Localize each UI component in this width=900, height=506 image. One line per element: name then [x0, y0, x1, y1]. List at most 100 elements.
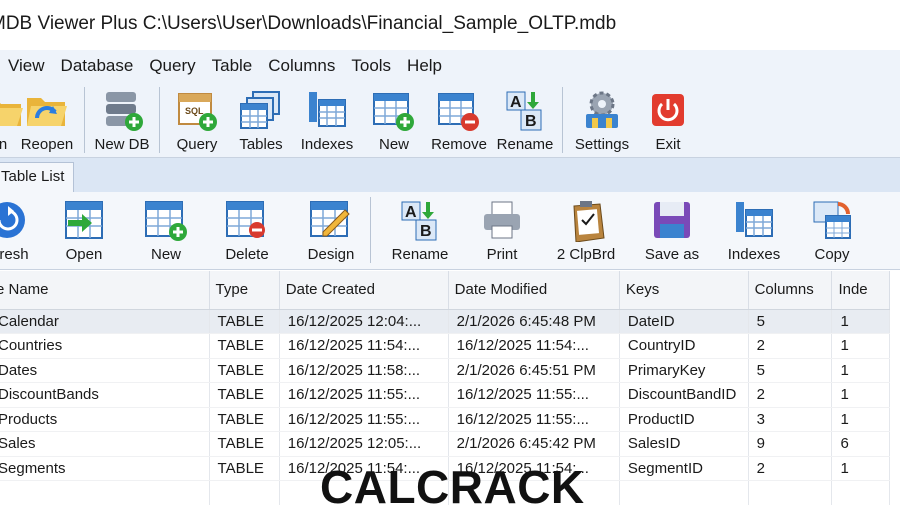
column-header-date-created[interactable]: Date Created [279, 271, 449, 310]
cell-type: TABLE [209, 456, 280, 481]
copy-to-clipboard-button[interactable]: 2 ClpBrd [539, 192, 633, 269]
cell-indexes: 1 [831, 456, 890, 481]
tables-icon [239, 88, 283, 132]
table-row[interactable]: Products TABLE 16/12/2025 11:55:... 16/1… [0, 407, 890, 432]
indexes-icon [732, 198, 776, 242]
cell-type: TABLE [209, 431, 280, 457]
save-as-button[interactable]: Save as [633, 192, 711, 269]
indexes-icon [305, 88, 349, 132]
cell-indexes: 1 [831, 333, 890, 359]
menu-view[interactable]: View [0, 56, 53, 76]
power-icon [646, 88, 690, 132]
tables-button[interactable]: Tables [230, 82, 292, 157]
menu-tools[interactable]: Tools [343, 56, 399, 76]
table-add-icon [372, 88, 416, 132]
table-delete-icon [225, 198, 269, 242]
refresh-icon [0, 198, 29, 242]
column-header-keys[interactable]: Keys [619, 271, 749, 310]
cell-keys: DateID [619, 309, 749, 334]
cell-keys: ProductID [619, 407, 749, 432]
menu-help[interactable]: Help [399, 56, 450, 76]
exit-button[interactable]: Exit [637, 82, 699, 157]
design-table-button[interactable]: Design [296, 192, 366, 269]
window-title-bar: MDB Viewer Plus C:\Users\User\Downloads\… [0, 0, 900, 48]
cell-type: TABLE [209, 333, 280, 359]
tab-table-list[interactable]: Table List [0, 162, 74, 192]
print-button[interactable]: Print [465, 192, 539, 269]
menu-query[interactable]: Query [141, 56, 203, 76]
cell-keys: PrimaryKey [619, 358, 749, 383]
cell-date-modified: 16/12/2025 11:54:... [448, 333, 620, 359]
cell-columns: 2 [748, 456, 833, 481]
table-row[interactable]: Countries TABLE 16/12/2025 11:54:... 16/… [0, 333, 890, 359]
cell-columns: 9 [748, 431, 833, 457]
toolbar-separator [159, 87, 160, 153]
rename-icon: AB [398, 198, 442, 242]
table-row[interactable]: Dates TABLE 16/12/2025 11:58:... 2/1/202… [0, 358, 890, 383]
menu-columns[interactable]: Columns [260, 56, 343, 76]
table-open-icon [62, 198, 106, 242]
refresh-button[interactable]: resh [0, 192, 34, 269]
svg-text:A: A [405, 204, 417, 221]
open-database-button[interactable]: n [0, 82, 23, 157]
cell-type: TABLE [209, 382, 280, 408]
table-copy-icon [810, 198, 854, 242]
cell-table-name: Segments [0, 456, 210, 481]
table-row[interactable]: Sales TABLE 16/12/2025 12:05:... 2/1/202… [0, 431, 890, 457]
rename-table-button[interactable]: AB Rename [492, 82, 558, 157]
new-table-button[interactable]: New [362, 82, 426, 157]
grid-header-row: e Name Type Date Created Date Modified K… [0, 271, 890, 310]
column-header-columns[interactable]: Columns [748, 271, 833, 310]
cell-table-name: Sales [0, 431, 210, 457]
cell-date-modified: 2/1/2026 6:45:42 PM [448, 431, 620, 457]
toolbar-separator [370, 197, 371, 263]
remove-table-button[interactable]: Remove [426, 82, 492, 157]
cell-table-name: DiscountBands [0, 382, 210, 408]
column-header-table-name[interactable]: e Name [0, 271, 210, 310]
table-add-icon [144, 198, 188, 242]
menu-bar: View Database Query Table Columns Tools … [0, 50, 900, 82]
menu-database[interactable]: Database [53, 56, 142, 76]
tab-strip: Table List [0, 158, 900, 192]
table-row[interactable]: Calendar TABLE 16/12/2025 12:04:... 2/1/… [0, 309, 890, 334]
indexes-button[interactable]: Indexes [292, 82, 362, 157]
table-remove-icon [437, 88, 481, 132]
cell-date-created: 16/12/2025 12:04:... [279, 309, 449, 334]
column-header-indexes[interactable]: Inde [831, 271, 890, 310]
cell-date-modified: 16/12/2025 11:55:... [448, 382, 620, 408]
cell-table-name: Products [0, 407, 210, 432]
menu-table[interactable]: Table [204, 56, 261, 76]
cell-columns: 3 [748, 407, 833, 432]
cell-keys: SegmentID [619, 456, 749, 481]
cell-indexes: 1 [831, 407, 890, 432]
settings-button[interactable]: Settings [567, 82, 637, 157]
table-row[interactable]: DiscountBands TABLE 16/12/2025 11:55:...… [0, 382, 890, 408]
open-table-button[interactable]: Open [34, 192, 134, 269]
cell-indexes: 1 [831, 358, 890, 383]
cell-keys: CountryID [619, 333, 749, 359]
cell-indexes: 1 [831, 382, 890, 408]
rename-table-button-2[interactable]: AB Rename [375, 192, 465, 269]
cell-date-modified: 2/1/2026 6:45:48 PM [448, 309, 620, 334]
new-db-button[interactable]: New DB [89, 82, 155, 157]
column-header-date-modified[interactable]: Date Modified [448, 271, 620, 310]
delete-table-button[interactable]: Delete [198, 192, 296, 269]
svg-text:B: B [525, 113, 537, 130]
cell-date-created: 16/12/2025 11:55:... [279, 407, 449, 432]
copy-table-button[interactable]: Copy [797, 192, 867, 269]
query-button[interactable]: SQL Query [164, 82, 230, 157]
cell-date-created: 16/12/2025 12:05:... [279, 431, 449, 457]
floppy-disk-icon [650, 198, 694, 242]
cell-type: TABLE [209, 358, 280, 383]
column-header-type[interactable]: Type [209, 271, 280, 310]
database-add-icon [100, 88, 144, 132]
cell-columns: 5 [748, 309, 833, 334]
window-title: MDB Viewer Plus C:\Users\User\Downloads\… [0, 13, 617, 34]
cell-type: TABLE [209, 309, 280, 334]
svg-text:A: A [510, 94, 522, 111]
new-table-button-2[interactable]: New [134, 192, 198, 269]
clipboard-icon [564, 198, 608, 243]
cell-date-created: 16/12/2025 11:54:... [279, 333, 449, 359]
cell-keys: DiscountBandID [619, 382, 749, 408]
table-indexes-button[interactable]: Indexes [711, 192, 797, 269]
